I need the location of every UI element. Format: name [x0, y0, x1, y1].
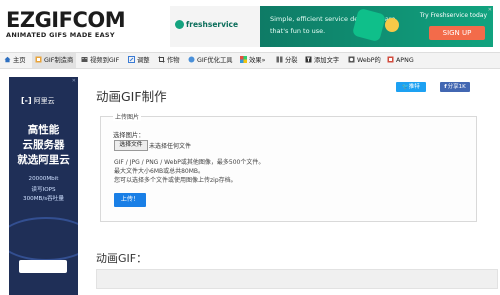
- no-file-text: 未选择任何文件: [149, 143, 192, 150]
- ad-brand-label: freshservice: [186, 20, 239, 29]
- side-ad-detail-2: 读写IOPS: [31, 187, 56, 193]
- resize-icon: [128, 54, 135, 63]
- nav-item-resize[interactable]: 调整: [128, 53, 150, 68]
- share-twitter-label: 推特: [408, 84, 420, 90]
- nav-label: 效果»: [249, 57, 266, 64]
- effects-icon: [240, 54, 247, 63]
- nav-label: 作物: [167, 57, 180, 64]
- nav-item-home[interactable]: 主页: [4, 53, 26, 68]
- nav-item-apng[interactable]: APNG: [387, 53, 414, 68]
- logo-wordmark: EZGIFCOM: [6, 8, 126, 32]
- nav-item-split[interactable]: 分裂: [276, 53, 298, 68]
- site-logo[interactable]: EZGIFCOM ANIMATED GIFS MADE EASY: [6, 8, 126, 39]
- gif-maker-icon: [35, 54, 42, 63]
- nav-label: APNG: [396, 57, 414, 64]
- apng-icon: [387, 54, 394, 63]
- upload-info-line-2: 最大文件大小6MB或总共80MB。: [114, 168, 205, 175]
- nav-item-effects[interactable]: 效果»: [240, 53, 265, 68]
- side-ad-headline-3: 就选阿里云: [17, 154, 70, 166]
- upload-info-line-1: GIF / JPG / PNG / WebP或其他图像，最多500个文件。: [114, 159, 265, 166]
- side-ad-button[interactable]: [19, 260, 67, 273]
- main-nav: 主页 GIF制造商 视频到GIF 调整 作物 GIF优化工具 效果» 分裂 添加…: [0, 52, 500, 69]
- webp-icon: [348, 54, 355, 63]
- ad-illustration-dot-icon: [385, 18, 399, 32]
- ad-brand: freshservice: [175, 20, 238, 29]
- ad-signup-button[interactable]: SIGN UP: [429, 26, 485, 40]
- nav-item-optimize[interactable]: GIF优化工具: [188, 53, 233, 68]
- upload-legend: 上传图片: [113, 112, 142, 121]
- nav-item-crop[interactable]: 作物: [158, 53, 180, 68]
- side-ad-detail-3: 300MB/s吞吐量: [23, 196, 64, 202]
- result-title: 动画GIF：: [96, 252, 148, 265]
- upload-button[interactable]: 上传！: [114, 193, 146, 207]
- result-output-area: [96, 269, 498, 289]
- ad-illustration-icon: [351, 7, 387, 43]
- facebook-icon: f: [444, 84, 447, 90]
- side-ad-brand-label: 阿里云: [33, 97, 55, 105]
- nav-label: GIF优化工具: [197, 57, 233, 64]
- side-ad-close-icon[interactable]: ✕: [72, 78, 76, 84]
- choose-file-button[interactable]: 选择文件: [114, 140, 148, 151]
- side-ad-decoration: [9, 217, 78, 261]
- side-ad-brand: [-] 阿里云: [21, 96, 55, 106]
- ad-try-text: Try Freshservice today: [419, 12, 487, 19]
- ad-close-icon[interactable]: ✕: [488, 7, 492, 13]
- side-ad-headline-2: 云服务器: [22, 139, 65, 151]
- aliyun-logo-icon: [-]: [21, 96, 32, 105]
- nav-item-gif-maker[interactable]: GIF制造商: [32, 53, 77, 68]
- add-text-icon: [305, 54, 312, 63]
- nav-label: 添加文字: [314, 57, 340, 64]
- page-title: 动画GIF制作: [96, 89, 167, 104]
- nav-label: WebP的: [357, 57, 381, 64]
- nav-label: 调整: [137, 57, 150, 64]
- nav-label: GIF制造商: [44, 57, 74, 64]
- side-ad-detail-1: 20000Mbit: [28, 176, 59, 182]
- home-icon: [4, 54, 11, 63]
- upload-info-line-3: 您可以选择多个文件或使用图像上传zip存档。: [114, 177, 237, 184]
- side-ad-headline-1: 高性能: [27, 124, 60, 136]
- nav-label: 主页: [13, 57, 26, 64]
- twitter-icon: 🐦: [402, 84, 409, 90]
- crop-icon: [158, 54, 165, 63]
- share-facebook-label: 分享1K: [447, 84, 466, 90]
- nav-item-webp[interactable]: WebP的: [348, 53, 381, 68]
- nav-item-video-to-gif[interactable]: 视频到GIF: [81, 53, 119, 68]
- nav-item-add-text[interactable]: 添加文字: [305, 53, 339, 68]
- top-banner-ad[interactable]: freshservice Simple, efficient service d…: [170, 6, 493, 47]
- nav-label: 视频到GIF: [90, 57, 120, 64]
- share-facebook-button[interactable]: f分享1K: [440, 82, 470, 92]
- logo-tagline: ANIMATED GIFS MADE EASY: [6, 31, 115, 39]
- split-icon: [276, 54, 283, 63]
- choose-image-label: 选择图片：: [113, 132, 145, 139]
- side-banner-ad[interactable]: ✕ [-] 阿里云 高性能 云服务器 就选阿里云 20000Mbit 读写IOPS…: [9, 77, 78, 295]
- optimize-icon: [188, 54, 195, 63]
- video-to-gif-icon: [81, 54, 88, 62]
- share-twitter-button[interactable]: 🐦推特: [396, 82, 426, 92]
- freshservice-logo-icon: [175, 20, 184, 29]
- nav-label: 分裂: [285, 57, 298, 64]
